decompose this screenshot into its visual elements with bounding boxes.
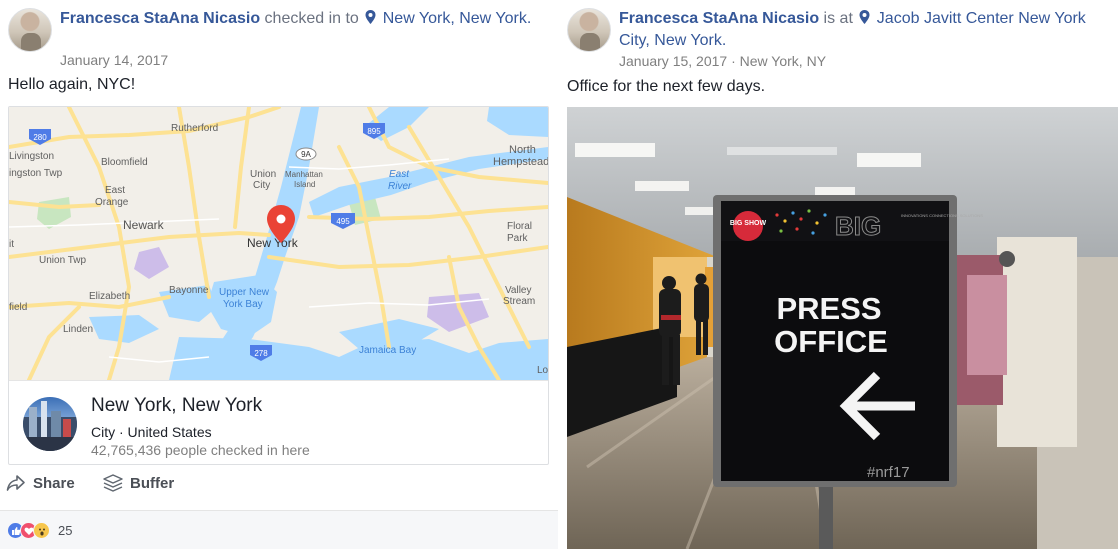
map-label-union: Union — [250, 169, 276, 180]
author-name[interactable]: Francesca StaAna Nicasio — [619, 10, 819, 27]
author-name[interactable]: Francesca StaAna Nicasio — [60, 10, 260, 27]
post-photo[interactable]: BIG SHOW BIG INNOVATIONS CONNECTIONS SOL… — [567, 107, 1118, 549]
buffer-label: Buffer — [130, 474, 175, 492]
map-label-island: Island — [294, 180, 315, 189]
map-label-livingston: Livingston — [9, 151, 54, 162]
post-action-text: is at — [823, 10, 853, 27]
post-location[interactable]: New York, NY — [740, 53, 826, 69]
map-label-union-twp: Union Twp — [39, 255, 87, 266]
logo-text: BIG — [835, 211, 881, 241]
map-label-north: North — [509, 144, 536, 156]
svg-text:895: 895 — [367, 127, 381, 136]
map-label-lo: Lo — [537, 365, 548, 376]
svg-text:9A: 9A — [301, 150, 311, 159]
map-label-manhattan: Manhattan — [285, 170, 323, 179]
checkin-card[interactable]: 280 895 9A 495 278 Rutherford Livingston… — [8, 106, 549, 465]
place-subtitle: City · United States — [91, 424, 212, 440]
map-label-east-river-1: East — [389, 169, 410, 180]
map-label-stream: Stream — [503, 296, 535, 307]
post-date[interactable]: January 14, 2017 — [60, 52, 168, 68]
post-date[interactable]: January 15, 2017 — [619, 53, 727, 69]
post-text: Office for the next few days. — [567, 78, 766, 95]
map-label-east-river-2: River — [388, 181, 412, 192]
map-label-livingston-twp: ingston Twp — [9, 168, 63, 179]
post-header: Francesca StaAna Nicasio checked in to N… — [60, 8, 548, 30]
map-label-new-york: New York — [247, 236, 299, 250]
post-text: Hello again, NYC! — [8, 76, 136, 93]
map-label-jamaica-bay: Jamaica Bay — [359, 345, 416, 356]
map-label-newark: Newark — [123, 218, 165, 232]
author-avatar[interactable] — [8, 8, 52, 52]
map-label-linden: Linden — [63, 324, 93, 335]
post-action-text: checked in to — [264, 10, 359, 27]
map-label-field: field — [9, 302, 27, 313]
map-label-bayonne: Bayonne — [169, 285, 209, 296]
map[interactable]: 280 895 9A 495 278 Rutherford Livingston… — [9, 107, 548, 380]
share-label: Share — [33, 474, 75, 492]
map-label-floral: Floral — [507, 221, 532, 232]
post-header: Francesca StaAna Nicasio is at Jacob Jav… — [619, 8, 1108, 52]
post-right: Francesca StaAna Nicasio is at Jacob Jav… — [559, 0, 1118, 549]
shield-9a: 9A — [295, 147, 317, 161]
map-label-valley: Valley — [505, 285, 532, 296]
place-thumbnail[interactable] — [23, 397, 77, 451]
post-left: Francesca StaAna Nicasio checked in to N… — [0, 0, 558, 549]
reactions-summary[interactable]: 25 — [7, 522, 72, 539]
sign-line-2: OFFICE — [774, 324, 888, 359]
svg-text:280: 280 — [33, 133, 47, 142]
place-info[interactable]: New York, New York City · United States … — [9, 380, 548, 464]
map-label-city: City — [253, 180, 270, 191]
post-date-row: January 15, 2017 · New York, NY — [619, 53, 827, 69]
buffer-button[interactable]: Buffer — [103, 474, 174, 492]
buffer-icon — [103, 474, 123, 492]
logo-badge-text: BIG SHOW — [730, 220, 767, 227]
sign-line-1: PRESS — [776, 291, 881, 326]
svg-text:495: 495 — [336, 217, 350, 226]
map-label-bloomfield: Bloomfield — [101, 157, 148, 168]
share-icon — [6, 475, 25, 491]
post-actions: Share Buffer — [0, 474, 558, 502]
map-label-it: it — [9, 239, 14, 250]
wow-reaction-icon — [33, 522, 50, 539]
author-avatar[interactable] — [567, 8, 611, 52]
svg-text:278: 278 — [254, 349, 268, 358]
place-checkin-count: 42,765,436 people checked in here — [91, 442, 310, 458]
map-label-upper-ny-bay-2: York Bay — [223, 299, 263, 310]
reaction-count[interactable]: 25 — [58, 523, 72, 538]
map-label-park: Park — [507, 233, 529, 244]
map-label-orange: Orange — [95, 197, 129, 208]
pin-icon — [365, 10, 376, 24]
map-label-upper-ny-bay-1: Upper New — [219, 287, 270, 298]
logo-tagline: INNOVATIONS CONNECTIONS SOLUTIONS — [901, 213, 983, 218]
map-label-hempstead: Hempstead — [493, 156, 548, 168]
reactions-bar: 25 — [0, 510, 558, 549]
map-label-rutherford: Rutherford — [171, 123, 218, 134]
share-button[interactable]: Share — [6, 474, 75, 492]
map-label-east: East — [105, 185, 125, 196]
sign-hashtag: #nrf17 — [867, 464, 910, 481]
place-title[interactable]: New York, New York — [91, 395, 262, 417]
checkin-place-link[interactable]: New York, New York. — [383, 10, 532, 27]
map-label-elizabeth: Elizabeth — [89, 291, 130, 302]
pin-icon — [859, 10, 870, 24]
